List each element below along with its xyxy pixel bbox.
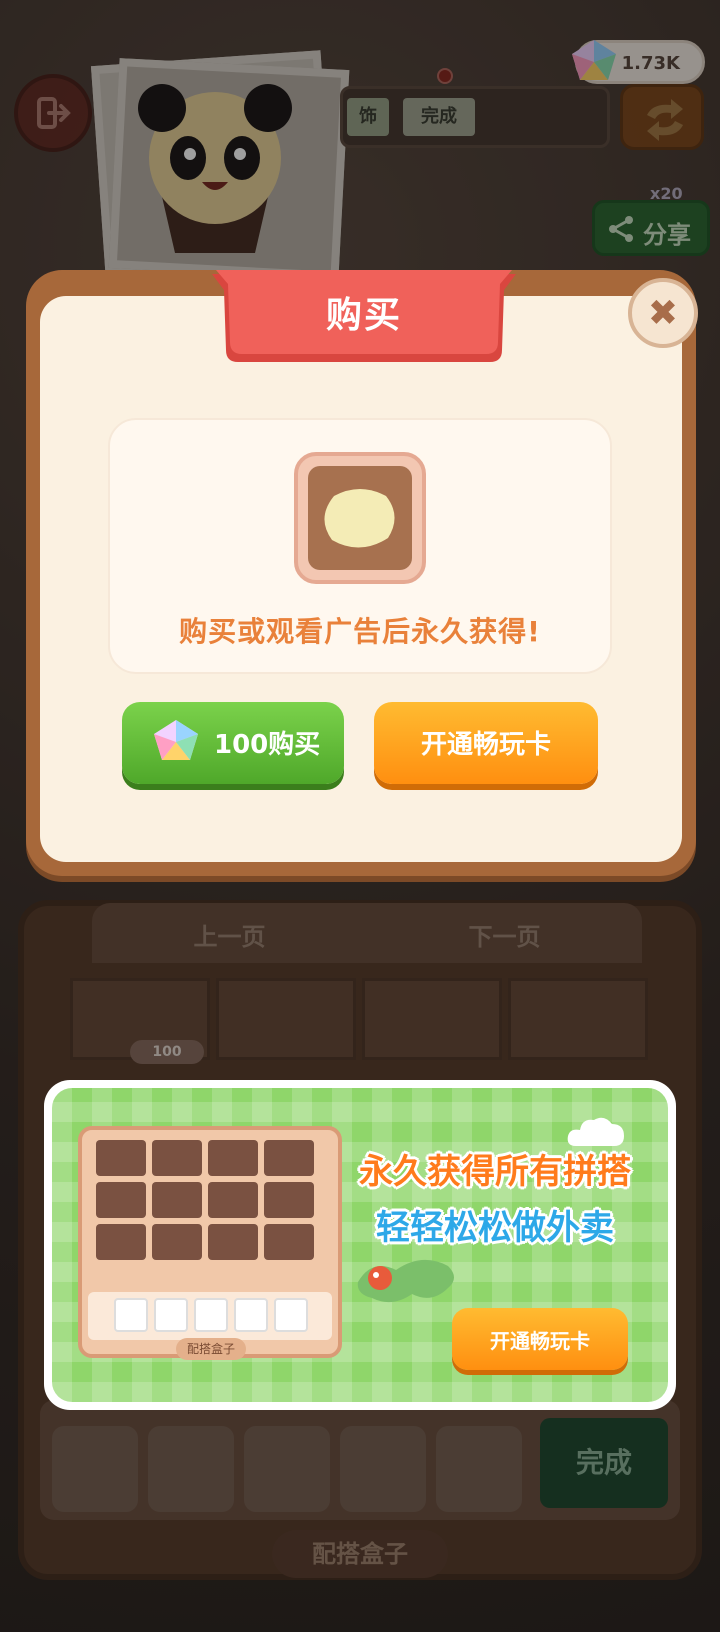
open-pass-button[interactable]: 开通畅玩卡 (374, 702, 598, 784)
promo-box-cell (208, 1182, 258, 1218)
promo-headline: 永久获得所有拼搭 (359, 1152, 631, 1192)
dragon-icon (357, 1259, 454, 1303)
promo-subheadline: 轻轻松松做外卖 (376, 1208, 614, 1248)
promo-box-cell (96, 1182, 146, 1218)
close-icon: ✖ (647, 293, 679, 334)
promo-box-cell (152, 1182, 202, 1218)
promo-box-cell (208, 1140, 258, 1176)
buy-button-label: 100购买 (214, 730, 321, 760)
promo-box-cell (152, 1140, 202, 1176)
promo-box-cell (96, 1140, 146, 1176)
close-button[interactable]: ✖ (628, 278, 698, 348)
promo-face (154, 1298, 188, 1332)
promo-face (194, 1298, 228, 1332)
promo-box-cell (264, 1182, 314, 1218)
dialog-message: 购买或观看广告后永久获得! (179, 615, 541, 648)
cream-blob-icon (324, 489, 395, 548)
open-pass-label: 开通畅玩卡 (420, 730, 551, 760)
dialog-title: 购买 (325, 295, 402, 336)
promo-box-cell (208, 1224, 258, 1260)
promo-box-cell (152, 1224, 202, 1260)
promo-face (274, 1298, 308, 1332)
promo-box-cell (264, 1224, 314, 1260)
promo-box-label: 配搭盒子 (176, 1338, 246, 1360)
promo-open-pass-button[interactable]: 开通畅玩卡 (452, 1308, 628, 1370)
promo-button-label: 开通畅玩卡 (490, 1329, 590, 1353)
promo-box-cell (264, 1140, 314, 1176)
gem-icon (154, 720, 198, 760)
promo-face (234, 1298, 268, 1332)
promo-face (114, 1298, 148, 1332)
promo-box-cell (96, 1224, 146, 1260)
